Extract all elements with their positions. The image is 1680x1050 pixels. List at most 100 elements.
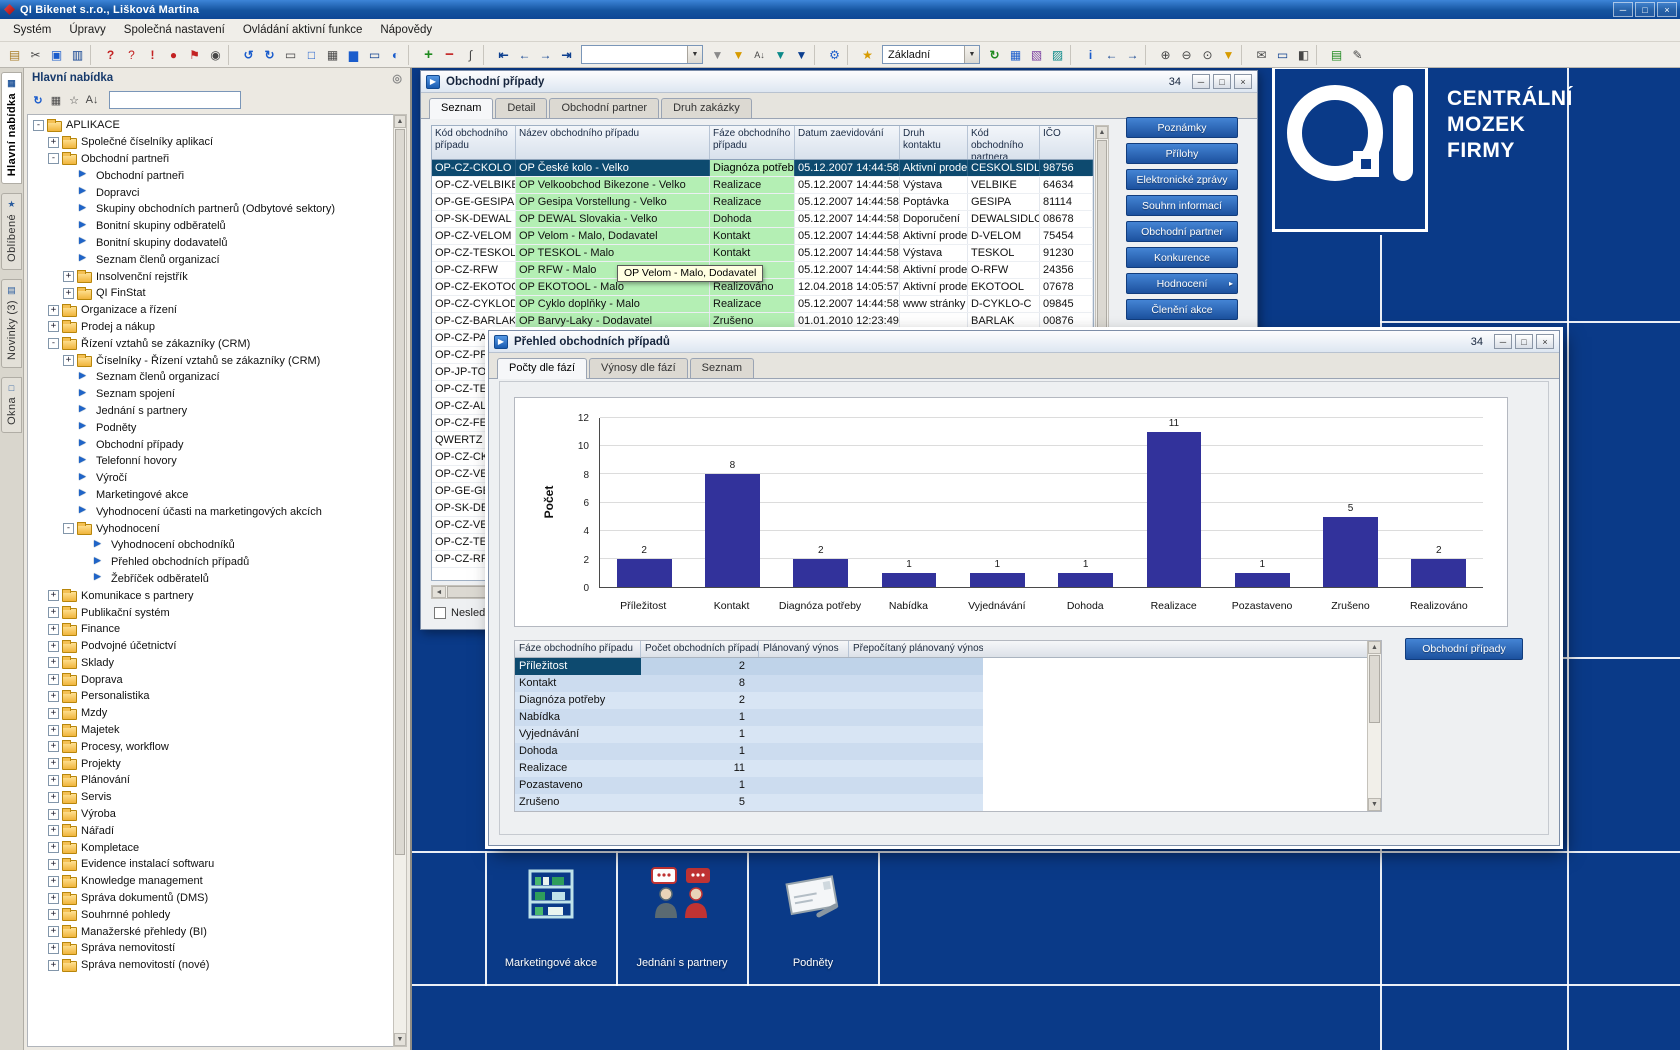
- table-row[interactable]: OP-CZ-TESKOL OP TESKOL - Malo Kontakt 05…: [432, 245, 1093, 262]
- tree-item[interactable]: + Projekty: [28, 755, 394, 772]
- open-cases-button[interactable]: Obchodní případy: [1405, 638, 1523, 660]
- tree-item[interactable]: + Komunikace s partnery: [28, 587, 394, 604]
- tree-item[interactable]: - Vyhodnocení: [28, 520, 394, 537]
- chart-icon[interactable]: ▆: [343, 45, 364, 65]
- tree-item[interactable]: + Organizace a řízení: [28, 302, 394, 319]
- scroll-up-icon[interactable]: ▲: [394, 115, 406, 128]
- case-action-button[interactable]: Poznámky: [1126, 117, 1238, 138]
- tree-expander-icon[interactable]: +: [63, 271, 74, 282]
- print-form-icon[interactable]: ▭: [1272, 45, 1293, 65]
- tree-item[interactable]: Výročí: [28, 470, 394, 487]
- tree-expander-icon[interactable]: +: [48, 624, 59, 635]
- first-record-icon[interactable]: ⇤: [493, 45, 514, 65]
- tree-item[interactable]: + Procesy, workflow: [28, 738, 394, 755]
- flag-icon[interactable]: ⚑: [184, 45, 205, 65]
- preview-icon[interactable]: ◧: [1293, 45, 1314, 65]
- calculator-icon[interactable]: ▦: [322, 45, 343, 65]
- table-row[interactable]: Realizace 11: [515, 760, 1381, 777]
- tree-expander-icon[interactable]: +: [48, 305, 59, 316]
- save-icon[interactable]: ▥: [67, 45, 88, 65]
- send-icon[interactable]: ✉: [1251, 45, 1272, 65]
- tree-expander-icon[interactable]: -: [48, 338, 59, 349]
- tree-expander-icon[interactable]: +: [48, 137, 59, 148]
- tree-item[interactable]: Vyhodnocení účasti na marketingových akc…: [28, 503, 394, 520]
- table-row[interactable]: OP-CZ-BARLAK OP Barvy-Laky - Dodavatel Z…: [432, 313, 1093, 330]
- tree-expander-icon[interactable]: -: [48, 153, 59, 164]
- shortcut-podnety[interactable]: Podněty: [748, 852, 878, 985]
- tree-item[interactable]: + Podvojné účetnictví: [28, 638, 394, 655]
- table-row[interactable]: Vyjednávání 1: [515, 726, 1381, 743]
- window-titlebar[interactable]: ▶ Přehled obchodních případů 34 ─ □ ×: [489, 331, 1559, 353]
- tree-expander-icon[interactable]: [63, 506, 74, 517]
- filter-clear-icon[interactable]: ▼: [707, 45, 728, 65]
- tree-item[interactable]: + Výroba: [28, 806, 394, 823]
- tree-expander-icon[interactable]: [63, 439, 74, 450]
- column-header[interactable]: Počet obchodních případů: [641, 641, 759, 657]
- side-tab-hlavni-nabidka[interactable]: ▦ Hlavní nabídka: [1, 72, 22, 184]
- profile-combo[interactable]: Základní ▼: [882, 45, 980, 64]
- column-header[interactable]: Plánovaný výnos: [759, 641, 849, 657]
- tree-item[interactable]: Vyhodnocení obchodníků: [28, 537, 394, 554]
- tree-item[interactable]: + Knowledge management: [28, 873, 394, 890]
- report-icon[interactable]: ▨: [1047, 45, 1068, 65]
- tree-expander-icon[interactable]: +: [48, 674, 59, 685]
- tree-item[interactable]: + Servis: [28, 789, 394, 806]
- tree-expander-icon[interactable]: +: [48, 657, 59, 668]
- shortcut-marketingove-akce[interactable]: Marketingové akce: [486, 852, 616, 985]
- tree-expander-icon[interactable]: +: [48, 960, 59, 971]
- table-row[interactable]: Dohoda 1: [515, 743, 1381, 760]
- scroll-thumb[interactable]: [1369, 655, 1380, 723]
- tree-expander-icon[interactable]: +: [48, 775, 59, 786]
- column-header[interactable]: Datum zaevidování: [795, 126, 900, 159]
- tree-expander-icon[interactable]: [63, 422, 74, 433]
- chevron-down-icon[interactable]: ▼: [964, 46, 979, 63]
- case-action-button[interactable]: Hodnocení ▸: [1126, 273, 1238, 294]
- tree-item[interactable]: Seznam spojení: [28, 386, 394, 403]
- tree-expander-icon[interactable]: +: [48, 590, 59, 601]
- menu-item[interactable]: Ovládání aktivní funkce: [234, 21, 372, 39]
- side-tab-oblibene[interactable]: ★ Oblíbené: [1, 193, 22, 270]
- tree-item[interactable]: Žebříček odběratelů: [28, 571, 394, 588]
- favorite-icon[interactable]: ☆: [65, 91, 83, 109]
- tree-expander-icon[interactable]: [63, 456, 74, 467]
- case-action-button[interactable]: Obchodní partner: [1126, 221, 1238, 242]
- tree-item[interactable]: + Personalistika: [28, 688, 394, 705]
- tree-expander-icon[interactable]: [63, 221, 74, 232]
- tree-expander-icon[interactable]: +: [48, 859, 59, 870]
- tree-expander-icon[interactable]: [78, 540, 89, 551]
- info-icon[interactable]: i: [1080, 45, 1101, 65]
- scroll-up-icon[interactable]: ▲: [1096, 126, 1108, 139]
- case-action-button[interactable]: Konkurence: [1126, 247, 1238, 268]
- column-header[interactable]: Název obchodního případu: [516, 126, 710, 159]
- redo-icon[interactable]: ↻: [259, 45, 280, 65]
- refresh-icon[interactable]: ↻: [984, 45, 1005, 65]
- side-tab-okna[interactable]: □ Okna: [1, 377, 22, 433]
- hint-icon[interactable]: !: [142, 45, 163, 65]
- tree-item[interactable]: + Číselníky - Řízení vztahů se zákazníky…: [28, 352, 394, 369]
- filter-edit-icon[interactable]: ▼: [770, 45, 791, 65]
- context-help-icon[interactable]: ?: [121, 45, 142, 65]
- tree-item[interactable]: Dopravci: [28, 184, 394, 201]
- tree-item[interactable]: + Prodej a nákup: [28, 319, 394, 336]
- table-row[interactable]: Pozastaveno 1: [515, 777, 1381, 794]
- side-tab-novinky[interactable]: ▤ Novinky (3): [1, 279, 22, 368]
- tree-expander-icon[interactable]: [63, 170, 74, 181]
- zoom-out-icon[interactable]: ⊖: [1176, 45, 1197, 65]
- view-profile-icon[interactable]: ★: [857, 45, 878, 65]
- tree-item[interactable]: + Kompletace: [28, 839, 394, 856]
- tab[interactable]: Výnosy dle fází: [589, 358, 688, 378]
- forward-icon[interactable]: →: [1122, 45, 1143, 65]
- table-row[interactable]: Zrušeno 5: [515, 794, 1381, 811]
- refresh-icon[interactable]: ↻: [29, 91, 47, 109]
- tab[interactable]: Počty dle fází: [497, 358, 587, 379]
- tree-item[interactable]: + Evidence instalací softwaru: [28, 856, 394, 873]
- design-icon[interactable]: ✎: [1347, 45, 1368, 65]
- window-close-button[interactable]: ×: [1536, 334, 1554, 349]
- tree-item[interactable]: + QI FinStat: [28, 285, 394, 302]
- tree-expander-icon[interactable]: +: [48, 758, 59, 769]
- tree-item[interactable]: + Správa nemovitostí: [28, 940, 394, 957]
- tab[interactable]: Druh zakázky: [661, 98, 752, 118]
- case-action-button[interactable]: Elektronické zprávy: [1126, 169, 1238, 190]
- tree-item[interactable]: + Insolvenční rejstřík: [28, 268, 394, 285]
- tree-item[interactable]: + Mzdy: [28, 705, 394, 722]
